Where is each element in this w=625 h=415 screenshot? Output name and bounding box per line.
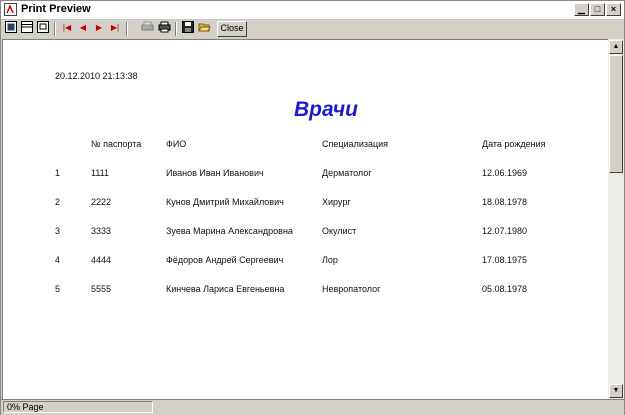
specialization-cell: Окулист: [322, 226, 357, 236]
status-bar: 0% Page: [1, 399, 624, 415]
print-setup-icon: [141, 21, 153, 31]
name-cell: Кинчева Лариса Евгеньевна: [166, 284, 285, 294]
save-report-button[interactable]: [181, 21, 195, 37]
previous-page-icon: ◀: [79, 23, 87, 32]
scroll-down-button[interactable]: ▼: [609, 384, 623, 398]
close-window-button[interactable]: ×: [606, 3, 621, 16]
toolbar-separator: [126, 22, 128, 36]
print-button[interactable]: [157, 21, 171, 37]
minimize-button[interactable]: ▁: [574, 3, 589, 16]
actual-size-icon: [37, 21, 49, 33]
row-number: 1: [55, 168, 61, 178]
specialization-cell: Хирург: [322, 197, 351, 207]
print-setup-button[interactable]: [140, 21, 154, 37]
row-number: 3: [55, 226, 61, 236]
name-cell: Фёдоров Андрей Сергеевич: [166, 255, 284, 265]
report-timestamp: 20.12.2010 21:13:38: [55, 71, 138, 81]
open-folder-icon: [197, 23, 211, 32]
whole-page-icon: [5, 21, 17, 33]
specialization-cell: Лор: [322, 255, 338, 265]
name-cell: Кунов Дмитрий Михайлович: [166, 197, 284, 207]
report-title: Врачи: [294, 98, 358, 121]
print-preview-app-icon: [4, 3, 17, 16]
passport-cell: 3333: [91, 226, 112, 236]
toolbar-separator: [175, 22, 177, 36]
name-cell: Зуева Марина Александровна: [166, 226, 293, 236]
passport-cell: 5555: [91, 284, 112, 294]
first-page-icon: |◀: [62, 23, 72, 32]
printer-icon: [158, 21, 170, 33]
last-page-button[interactable]: ▶|: [109, 21, 121, 37]
open-report-button[interactable]: [197, 21, 211, 37]
window-title: Print Preview: [21, 3, 91, 15]
actual-size-button[interactable]: [36, 21, 50, 37]
whole-page-button[interactable]: [4, 21, 18, 37]
scrollbar-thumb[interactable]: [609, 55, 623, 173]
specialization-cell: Невропатолог: [322, 284, 381, 294]
row-number: 4: [55, 255, 61, 265]
previous-page-button[interactable]: ◀: [77, 21, 89, 37]
maximize-button[interactable]: □: [590, 3, 605, 16]
print-preview-window: Print Preview ▁ □ × |◀ ◀ ▶ ▶| Close 20.1…: [0, 0, 625, 415]
last-page-icon: ▶|: [110, 23, 120, 32]
first-page-button[interactable]: |◀: [61, 21, 73, 37]
toolbar-separator: [54, 22, 56, 36]
close-preview-button[interactable]: Close: [217, 21, 247, 37]
column-header-birth-date: Дата рождения: [482, 139, 546, 149]
passport-cell: 4444: [91, 255, 112, 265]
row-number: 2: [55, 197, 61, 207]
birth-date-cell: 17.08.1975: [482, 255, 528, 265]
column-header-specialization: Специализация: [322, 139, 389, 149]
passport-cell: 2222: [91, 197, 112, 207]
passport-cell: 1111: [91, 168, 110, 178]
birth-date-cell: 05.08.1978: [482, 284, 528, 294]
arrow-down-icon: ▼: [612, 387, 620, 394]
page-width-button[interactable]: [20, 21, 34, 37]
toolbar: |◀ ◀ ▶ ▶| Close: [1, 20, 624, 39]
specialization-cell: Дерматолог: [322, 168, 372, 178]
vertical-scrollbar[interactable]: ▲ ▼: [608, 39, 624, 399]
next-page-button[interactable]: ▶: [93, 21, 105, 37]
zoom-status: 0% Page: [3, 401, 153, 413]
birth-date-cell: 18.08.1978: [482, 197, 528, 207]
row-number: 5: [55, 284, 61, 294]
report-page: 20.12.2010 21:13:38 Врачи № паспорта ФИО…: [2, 39, 609, 400]
title-bar: Print Preview ▁ □ ×: [1, 1, 624, 20]
arrow-up-icon: ▲: [612, 43, 620, 50]
column-header-name: ФИО: [166, 139, 187, 149]
birth-date-cell: 12.07.1980: [482, 226, 528, 236]
next-page-icon: ▶: [95, 23, 103, 32]
birth-date-cell: 12.06.1969: [482, 168, 528, 178]
scroll-up-button[interactable]: ▲: [609, 40, 623, 54]
floppy-disk-icon: [182, 21, 194, 33]
name-cell: Иванов Иван Иванович: [166, 168, 264, 178]
column-header-passport: № паспорта: [91, 139, 142, 149]
page-width-icon: [21, 21, 33, 33]
